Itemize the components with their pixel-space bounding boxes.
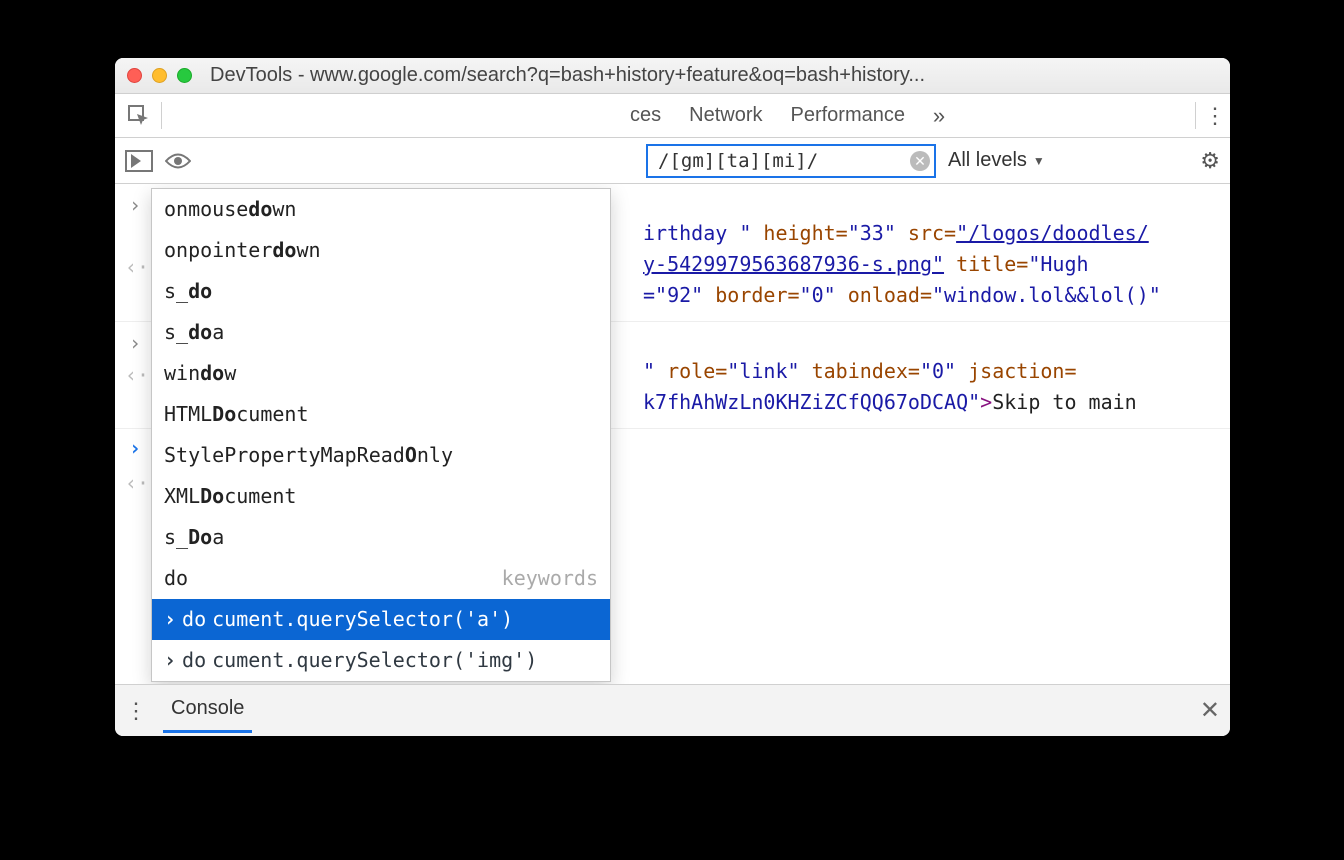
autocomplete-dropdown: onmousedown onpointerdown s_do s_doa win… — [151, 188, 611, 682]
close-window-button[interactable] — [127, 68, 142, 83]
console-settings-icon[interactable]: ⚙ — [1200, 148, 1220, 174]
devtools-window: DevTools - www.google.com/search?q=bash+… — [115, 58, 1230, 736]
separator — [1195, 102, 1196, 129]
autocomplete-history-item[interactable]: ›document.querySelector('img') — [152, 640, 610, 681]
autocomplete-history-item[interactable]: ›document.querySelector('a') — [152, 599, 610, 640]
zoom-window-button[interactable] — [177, 68, 192, 83]
clear-filter-icon[interactable]: ✕ — [910, 151, 930, 171]
log-levels-dropdown[interactable]: All levels ▼ — [948, 149, 1045, 172]
return-arrow-icon: ‹· — [125, 468, 149, 499]
return-arrow-icon: ‹· — [125, 252, 149, 283]
close-drawer-icon[interactable]: ✕ — [1200, 696, 1220, 725]
chevron-right-icon: › — [164, 645, 176, 676]
autocomplete-keyword-item[interactable]: dokeywords — [152, 558, 610, 599]
console-body: onmousedown onpointerdown s_do s_doa win… — [115, 184, 1230, 684]
autocomplete-item[interactable]: s_doa — [152, 312, 610, 353]
chevron-right-icon: › — [164, 604, 176, 635]
autocomplete-item[interactable]: window — [152, 353, 610, 394]
autocomplete-item[interactable]: XMLDocument — [152, 476, 610, 517]
create-live-expression-icon[interactable] — [165, 152, 191, 170]
drawer-tab-console[interactable]: Console — [163, 697, 252, 733]
window-title: DevTools - www.google.com/search?q=bash+… — [210, 64, 1218, 87]
return-arrow-icon: ‹· — [125, 360, 149, 391]
separator — [161, 102, 162, 129]
tab-sources-clipped[interactable]: ces — [616, 94, 675, 137]
console-filter-wrapper: /[gm][ta][mi]/ ✕ — [646, 144, 936, 178]
expand-message-icon[interactable]: › — [129, 328, 141, 359]
titlebar: DevTools - www.google.com/search?q=bash+… — [115, 58, 1230, 94]
prompt-caret-icon: › — [129, 433, 141, 464]
autocomplete-item[interactable]: onmousedown — [152, 189, 610, 230]
tab-network[interactable]: Network — [675, 94, 776, 137]
autocomplete-item[interactable]: s_Doa — [152, 517, 610, 558]
autocomplete-item[interactable]: HTMLDocument — [152, 394, 610, 435]
expand-message-icon[interactable]: › — [129, 190, 141, 221]
log-levels-label: All levels — [948, 149, 1027, 172]
inspect-element-icon[interactable] — [121, 94, 157, 137]
console-toolbar: /[gm][ta][mi]/ ✕ All levels ▼ ⚙ — [115, 138, 1230, 184]
settings-menu-button[interactable]: ⋮ — [1200, 94, 1230, 137]
chevron-down-icon: ▼ — [1033, 154, 1045, 168]
autocomplete-item[interactable]: onpointerdown — [152, 230, 610, 271]
drawer-menu-button[interactable]: ⋮ — [125, 698, 147, 724]
minimize-window-button[interactable] — [152, 68, 167, 83]
tab-performance[interactable]: Performance — [776, 94, 919, 137]
tabstrip-clipped-left — [166, 94, 616, 137]
console-filter-input[interactable]: /[gm][ta][mi]/ — [646, 144, 936, 178]
autocomplete-item[interactable]: StylePropertyMapReadOnly — [152, 435, 610, 476]
drawer: ⋮ Console ✕ — [115, 684, 1230, 736]
execution-context-icon[interactable] — [125, 150, 153, 172]
panel-tabstrip: ces Network Performance » ⋮ — [115, 94, 1230, 138]
more-tabs-button[interactable]: » — [919, 94, 959, 137]
traffic-lights — [127, 68, 192, 83]
autocomplete-item[interactable]: s_do — [152, 271, 610, 312]
